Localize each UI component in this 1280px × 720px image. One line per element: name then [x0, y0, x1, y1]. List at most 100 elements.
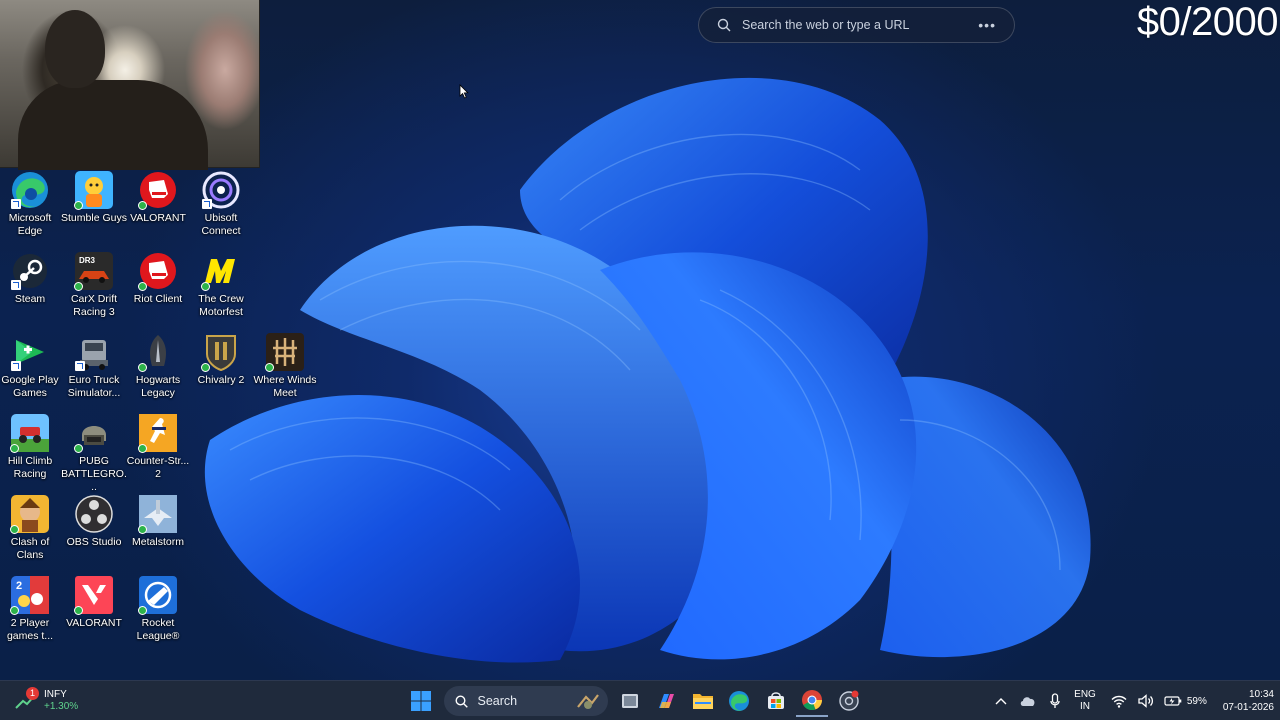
stock-change: +1.30% [44, 701, 79, 712]
donation-goal-text: $0/2000 [1136, 0, 1279, 44]
where-winds-meet-icon [265, 332, 305, 372]
clock-button[interactable]: 10:34 07-01-2026 [1223, 688, 1274, 714]
desktop-icon-label: Metalstorm [132, 536, 184, 548]
desktop-icon-label: Steam [14, 293, 46, 305]
desktop-icon-counter-strike-2[interactable]: Counter-Str... 2 [126, 413, 190, 493]
desktop-icon-label: The Crew Motorfest [198, 293, 244, 318]
show-hidden-icons-button[interactable] [990, 690, 1012, 712]
desktop-icon-label: CarX Drift Racing 3 [70, 293, 118, 318]
rocket-league-icon [138, 575, 178, 615]
desktop-icon-riot-client[interactable]: Riot Client [126, 251, 190, 331]
desktop-icon-hill-climb-racing[interactable]: Hill Climb Racing [0, 413, 62, 493]
desktop-icon-stumble-guys[interactable]: Stumble Guys [61, 170, 127, 250]
taskbar-search-label: Search [477, 694, 518, 708]
taskbar-search[interactable]: Search [443, 686, 608, 716]
volume-button[interactable] [1135, 690, 1157, 712]
speaker-icon [1138, 694, 1153, 708]
input-language-button[interactable]: ENG IN [1074, 689, 1096, 713]
system-tray: ENG IN 59% 10:34 07-01-2026 [985, 685, 1274, 717]
desktop-icon-clash-of-clans[interactable]: Clash of Clans [0, 494, 62, 574]
desktop-icon-label: Hogwarts Legacy [135, 374, 181, 399]
region-code: IN [1079, 701, 1090, 712]
desktop-icon-2-player-games[interactable]: 2 2 Player games t... [0, 575, 62, 655]
search-icon [717, 18, 731, 32]
taskbar-app-edge[interactable] [723, 685, 755, 717]
desktop-icon-label: Ubisoft Connect [201, 212, 241, 237]
file-explorer-icon [692, 694, 713, 709]
obs-icon [74, 494, 114, 534]
desktop-icon-valorant-2[interactable]: VALORANT [62, 575, 126, 655]
clock-date: 07-01-2026 [1222, 702, 1274, 713]
clash-icon [10, 494, 50, 534]
onedrive-button[interactable] [1017, 690, 1039, 712]
svg-text:2: 2 [16, 580, 22, 592]
desktop-icon-label: VALORANT [130, 212, 186, 224]
desktop-icon-valorant[interactable]: VALORANT [126, 170, 190, 250]
counter-strike-icon [138, 413, 178, 453]
desktop-icon-label: 2 Player games t... [6, 617, 54, 642]
desktop-icon-chivalry-2[interactable]: Chivalry 2 [189, 332, 253, 412]
search-highlight-icon [576, 694, 599, 709]
desktop-icon-label: Google Play Games [1, 374, 59, 399]
edge-icon [729, 691, 749, 711]
two-player-icon: 2 [10, 575, 50, 615]
taskbar-app-chrome[interactable] [796, 685, 828, 717]
chrome-recording-icon [838, 690, 859, 711]
taskbar-app-store[interactable] [760, 685, 792, 717]
desktop-icon-label: Counter-Str... 2 [126, 455, 190, 480]
wifi-icon [1111, 695, 1127, 708]
desktop-icon-label: Hill Climb Racing [7, 455, 53, 480]
ubisoft-icon [201, 170, 241, 210]
desktop-icon-hogwarts-legacy[interactable]: Hogwarts Legacy [126, 332, 190, 412]
desktop-icon-where-winds-meet[interactable]: Where Winds Meet [253, 332, 317, 412]
stock-widget[interactable]: 1 INFY +1.30% [14, 685, 78, 717]
riot-valorant-icon [138, 170, 178, 210]
chrome-icon [802, 690, 823, 711]
web-search-bar[interactable]: Search the web or type a URL ••• [698, 7, 1015, 43]
cloud-icon [1020, 697, 1035, 706]
desktop-icon-label: Riot Client [133, 293, 183, 305]
desktop-icon-ubisoft-connect[interactable]: Ubisoft Connect [189, 170, 253, 250]
desktop-icon-the-crew-motorfest[interactable]: The Crew Motorfest [189, 251, 253, 331]
stumble-guys-icon [74, 170, 114, 210]
store-icon [767, 692, 784, 709]
more-horizontal-icon[interactable]: ••• [978, 17, 996, 33]
taskbar-app-chrome-recording[interactable] [833, 685, 865, 717]
desktop-icon-label: Clash of Clans [10, 536, 50, 561]
desktop-icon-carx-drift[interactable]: DR3 CarX Drift Racing 3 [62, 251, 126, 331]
desktop-icon-steam[interactable]: Steam [0, 251, 62, 331]
desktop-icon-label: OBS Studio [66, 536, 122, 548]
desktop-icon-obs-studio[interactable]: OBS Studio [62, 494, 126, 574]
desktop-icon-metalstorm[interactable]: Metalstorm [126, 494, 190, 574]
wifi-button[interactable] [1108, 690, 1130, 712]
taskbar-app-task-view[interactable] [614, 685, 646, 717]
battery-button[interactable] [1162, 690, 1184, 712]
web-search-placeholder: Search the web or type a URL [742, 18, 910, 32]
desktop-icon-label: PUBG BATTLEGRO... [61, 455, 127, 493]
carx-icon: DR3 [74, 251, 114, 291]
desktop-icon-label: Microsoft Edge [8, 212, 52, 237]
desktop-icon-google-play-games[interactable]: Google Play Games [0, 332, 62, 412]
desktop-icon-microsoft-edge[interactable]: Microsoft Edge [0, 170, 62, 250]
valorant-icon [74, 575, 114, 615]
edge-icon [10, 170, 50, 210]
taskbar: 1 INFY +1.30% Search ENG IN 59% 10:34 07… [0, 680, 1280, 720]
chevron-up-icon [995, 698, 1007, 705]
webcam-person-body [18, 80, 208, 170]
desktop-icon-euro-truck[interactable]: Euro Truck Simulator... [62, 332, 126, 412]
clock-time: 10:34 [1248, 689, 1274, 700]
svg-text:DR3: DR3 [79, 256, 96, 265]
hill-climb-icon [10, 413, 50, 453]
taskbar-app-copilot[interactable] [650, 685, 682, 717]
microphone-button[interactable] [1044, 690, 1066, 712]
mouse-cursor-icon [459, 84, 469, 99]
pubg-icon [74, 413, 114, 453]
desktop-icon-pubg[interactable]: PUBG BATTLEGRO... [61, 413, 127, 493]
start-button[interactable] [405, 685, 437, 717]
search-icon [454, 694, 468, 708]
stock-chart-icon: 1 [14, 687, 40, 712]
hogwarts-icon [138, 332, 178, 372]
battery-charging-icon [1164, 696, 1182, 706]
desktop-icon-rocket-league[interactable]: Rocket League® [126, 575, 190, 655]
taskbar-app-file-explorer[interactable] [687, 685, 719, 717]
